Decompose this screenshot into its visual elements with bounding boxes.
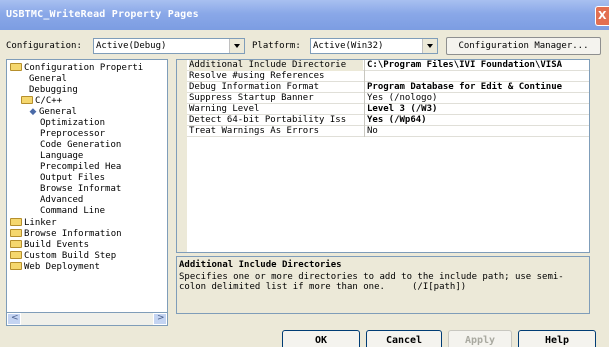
close-button[interactable]: X <box>595 6 609 26</box>
apply-button[interactable]: Apply <box>448 330 512 347</box>
chevron-down-icon[interactable] <box>229 39 244 53</box>
tree-item-debugging[interactable]: Debugging <box>29 85 78 96</box>
property-row[interactable]: Warning Level Level 3 (/W3) <box>187 104 589 115</box>
property-row[interactable]: Treat Warnings As Errors No <box>187 126 589 137</box>
property-grid[interactable]: Additional Include Directorie C:\Program… <box>176 59 590 253</box>
tree-item-optimization[interactable]: Optimization <box>40 118 105 129</box>
tree-item-advanced[interactable]: Advanced <box>40 195 83 206</box>
tree-item-output-files[interactable]: Output Files <box>40 173 105 184</box>
configuration-value: Active(Debug) <box>96 41 167 51</box>
property-tree[interactable]: Configuration Properti General Debugging… <box>6 59 168 325</box>
scroll-left-button[interactable]: < <box>7 313 21 325</box>
tree-item-precompiled-headers[interactable]: Precompiled Hea <box>40 162 121 173</box>
chevron-down-icon[interactable] <box>422 39 437 53</box>
folder-icon <box>10 229 22 237</box>
tree-item-configuration-properties[interactable]: Configuration Properti <box>10 63 143 74</box>
description-text: Specifies one or more directories to add… <box>179 272 564 292</box>
property-row[interactable]: Detect 64-bit Portability Iss Yes (/Wp64… <box>187 115 589 126</box>
tree-item-linker[interactable]: Linker <box>10 218 57 229</box>
property-row[interactable]: Additional Include Directorie C:\Program… <box>187 60 589 71</box>
property-pages-window: USBTMC_WriteRead Property Pages X Config… <box>0 0 609 347</box>
tree-item-code-generation[interactable]: Code Generation <box>40 140 121 151</box>
tree-item-cpp[interactable]: C/C++ <box>21 96 62 107</box>
property-row[interactable]: Suppress Startup Banner Yes (/nologo) <box>187 93 589 104</box>
ok-button[interactable]: OK <box>282 330 360 347</box>
configuration-combo[interactable]: Active(Debug) <box>93 38 245 54</box>
folder-open-icon <box>21 96 33 104</box>
folder-icon <box>10 240 22 248</box>
property-row[interactable]: Resolve #using References <box>187 71 589 82</box>
tree-item-web-deployment[interactable]: Web Deployment <box>10 262 100 273</box>
tree-item-custom-build-step[interactable]: Custom Build Step <box>10 251 116 262</box>
tree-item-general[interactable]: General <box>29 74 67 85</box>
help-button[interactable]: Help <box>518 330 596 347</box>
grid-gutter <box>177 60 187 252</box>
configuration-label: Configuration: <box>6 41 82 51</box>
chevron-left-icon: < <box>11 313 19 323</box>
close-icon: X <box>598 9 607 22</box>
tree-item-browse-information[interactable]: Browse Informat <box>40 184 121 195</box>
bullet-icon: ◆ <box>29 107 37 117</box>
folder-open-icon <box>10 63 22 71</box>
scroll-right-button[interactable]: > <box>153 313 167 325</box>
configuration-bar: Configuration: Active(Debug) Platform: A… <box>0 36 609 56</box>
cancel-button[interactable]: Cancel <box>366 330 442 347</box>
configuration-manager-button[interactable]: Configuration Manager... <box>446 37 601 55</box>
property-row[interactable]: Debug Information Format Program Databas… <box>187 82 589 93</box>
folder-icon <box>10 262 22 270</box>
platform-combo[interactable]: Active(Win32) <box>310 38 438 54</box>
tree-item-language[interactable]: Language <box>40 151 83 162</box>
chevron-right-icon: > <box>157 313 165 323</box>
folder-icon <box>10 251 22 259</box>
tree-horizontal-scrollbar[interactable]: < > <box>6 312 168 326</box>
title-bar[interactable]: USBTMC_WriteRead Property Pages X <box>0 0 609 30</box>
description-title: Additional Include Directories <box>179 260 342 270</box>
description-panel: Additional Include Directories Specifies… <box>176 256 590 314</box>
tree-item-build-events[interactable]: Build Events <box>10 240 89 251</box>
tree-item-cpp-general[interactable]: ◆ General <box>29 107 77 118</box>
tree-item-browse-info-root[interactable]: Browse Information <box>10 229 122 240</box>
tree-item-command-line[interactable]: Command Line <box>40 206 105 217</box>
window-title: USBTMC_WriteRead Property Pages <box>6 9 199 20</box>
platform-label: Platform: <box>252 41 301 51</box>
tree-item-preprocessor[interactable]: Preprocessor <box>40 129 105 140</box>
platform-value: Active(Win32) <box>313 41 384 51</box>
folder-icon <box>10 218 22 226</box>
